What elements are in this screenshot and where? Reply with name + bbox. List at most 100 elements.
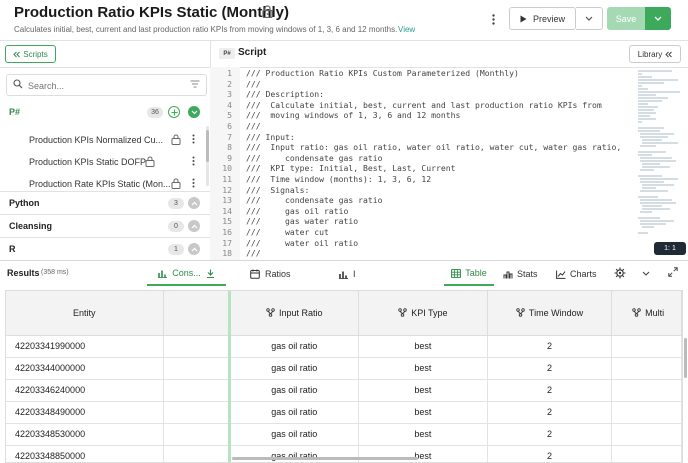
library-button[interactable]: Library: [629, 45, 681, 63]
table-row[interactable]: 42203341990000 gas oil ratio best 2: [6, 335, 682, 358]
cell-time-window: 2: [487, 379, 613, 402]
view-stats[interactable]: Stats: [503, 262, 538, 286]
cell-time-window: 2: [487, 401, 613, 424]
download-icon[interactable]: [206, 269, 215, 278]
script-item[interactable]: Production KPIs Normalized Cu...: [29, 135, 163, 145]
results-table[interactable]: Entity Input Ratio KPI Type Time Window …: [5, 290, 683, 463]
save-dropdown-button[interactable]: [645, 7, 671, 30]
column-header-kpi-type[interactable]: KPI Type: [358, 291, 488, 336]
settings-gear-icon[interactable]: [614, 267, 626, 279]
code-text: /// water oil ratio: [246, 237, 359, 248]
more-options-icon[interactable]: [190, 133, 196, 145]
cell-multi: [611, 445, 682, 462]
cell-entity: 42203348530000: [6, 423, 164, 446]
cell-entity: 42203348850000: [6, 445, 164, 462]
cell-blank: [163, 401, 231, 424]
collapse-group-icon[interactable]: [188, 106, 200, 118]
table-row[interactable]: 42203348490000 gas oil ratio best 2: [6, 401, 682, 424]
expand-group-icon[interactable]: [188, 197, 200, 209]
table-vertical-scrollbar[interactable]: [684, 338, 687, 378]
code-line: 7 /// Input:: [210, 132, 630, 143]
column-header-input-ratio[interactable]: Input Ratio: [229, 291, 359, 336]
script-item[interactable]: Production KPIs Static DOFP: [29, 157, 146, 167]
group-label-pnum[interactable]: P#: [9, 107, 20, 117]
cell-time-window: 2: [487, 335, 613, 358]
code-text: /// KPI type: Initial, Best, Last, Curre…: [246, 163, 456, 174]
tab-label: Cons...: [172, 268, 201, 278]
table-row[interactable]: 42203348530000 gas oil ratio best 2: [6, 423, 682, 446]
scripts-collapse-button[interactable]: Scripts: [5, 45, 56, 63]
code-line: 6 ///: [210, 121, 630, 132]
more-options-icon[interactable]: [486, 10, 500, 28]
view-table[interactable]: Table: [444, 262, 494, 286]
view-link[interactable]: View: [398, 25, 415, 34]
group-label-python[interactable]: Python: [9, 198, 40, 208]
filter-icon[interactable]: [190, 80, 200, 88]
cell-entity: 42203348490000: [6, 401, 164, 424]
cell-kpi-type: best: [358, 379, 488, 402]
code-minimap[interactable]: [634, 68, 684, 238]
play-icon: [520, 15, 527, 23]
cell-input-ratio: gas oil ratio: [229, 379, 359, 402]
view-charts[interactable]: Charts: [556, 262, 597, 286]
column-header-blank[interactable]: [163, 291, 231, 336]
code-text: /// condensate gas ratio: [246, 152, 383, 163]
save-button[interactable]: Save: [607, 7, 645, 30]
stats-icon: [503, 270, 513, 279]
search-input[interactable]: [28, 78, 178, 93]
column-header-entity[interactable]: Entity: [6, 291, 164, 336]
code-line: 1 /// Production Ratio KPIs Custom Parame…: [210, 68, 630, 79]
table-row[interactable]: 42203348850000 gas oil ratio best 2: [6, 445, 682, 462]
more-options-icon[interactable]: [190, 177, 196, 189]
tab-cons[interactable]: Cons...: [147, 262, 226, 286]
cell-input-ratio: gas oil ratio: [229, 423, 359, 446]
cell-blank: [163, 379, 231, 402]
column-header-time-window[interactable]: Time Window: [487, 291, 613, 336]
script-item[interactable]: Production Rate KPIs Static (Mon...: [29, 179, 171, 189]
tab-ratios[interactable]: Ratios: [250, 262, 291, 286]
code-text: /// Signals:: [246, 184, 310, 195]
parameter-icon: [266, 308, 275, 317]
more-options-icon[interactable]: [190, 155, 196, 167]
sidebar-scrollbar-thumb[interactable]: [206, 130, 209, 162]
cell-kpi-type: best: [358, 423, 488, 446]
code-text: /// gas water ratio: [246, 216, 359, 227]
line-number: 13: [222, 195, 232, 206]
group-divider: [0, 214, 210, 215]
code-text: /// condensate gas ratio: [246, 195, 383, 206]
count-badge: 1: [168, 244, 184, 255]
column-header-label: Entity: [73, 307, 96, 318]
cell-multi: [611, 357, 682, 380]
expand-group-icon[interactable]: [188, 220, 200, 232]
results-divider[interactable]: [0, 260, 688, 261]
chevron-down-icon[interactable]: [642, 271, 650, 276]
code-line: 5 /// moving windows of 1, 3, 6 and 12 mo…: [210, 110, 630, 121]
group-label-r[interactable]: R: [9, 244, 16, 254]
cell-multi: [611, 423, 682, 446]
cell-kpi-type: best: [358, 445, 488, 462]
expand-group-icon[interactable]: [188, 243, 200, 255]
expand-icon[interactable]: [668, 267, 678, 277]
code-line: 17 /// water oil ratio: [210, 238, 630, 249]
line-number: 10: [222, 163, 232, 174]
editor-title: Script: [238, 47, 267, 58]
code-line: 10 /// KPI type: Initial, Best, Last, Cur…: [210, 163, 630, 174]
page-subtitle: Calculates initial, best, current and la…: [14, 25, 398, 34]
table-icon: [451, 268, 462, 278]
code-editor[interactable]: 1 /// Production Ratio KPIs Custom Parame…: [210, 68, 630, 258]
column-header-multi[interactable]: Multi: [611, 291, 682, 336]
table-horizontal-scrollbar[interactable]: [232, 457, 418, 460]
code-text: /// Input ratio: gas oil ratio, water oi…: [246, 142, 622, 153]
table-row[interactable]: 42203344000000 gas oil ratio best 2: [6, 357, 682, 380]
preview-dropdown-button[interactable]: [576, 7, 603, 30]
add-script-icon[interactable]: [168, 106, 180, 118]
group-label-cleansing[interactable]: Cleansing: [9, 221, 52, 231]
cell-entity: 42203346240000: [6, 379, 164, 402]
scripts-label: Scripts: [23, 49, 48, 59]
line-number: 8: [227, 142, 232, 153]
parameter-icon: [632, 308, 641, 317]
table-row[interactable]: 42203346240000 gas oil ratio best 2: [6, 379, 682, 402]
code-line: 8 /// Input ratio: gas oil ratio, water o…: [210, 142, 630, 153]
tab-i[interactable]: I: [339, 262, 356, 286]
preview-button[interactable]: Preview: [509, 7, 576, 30]
